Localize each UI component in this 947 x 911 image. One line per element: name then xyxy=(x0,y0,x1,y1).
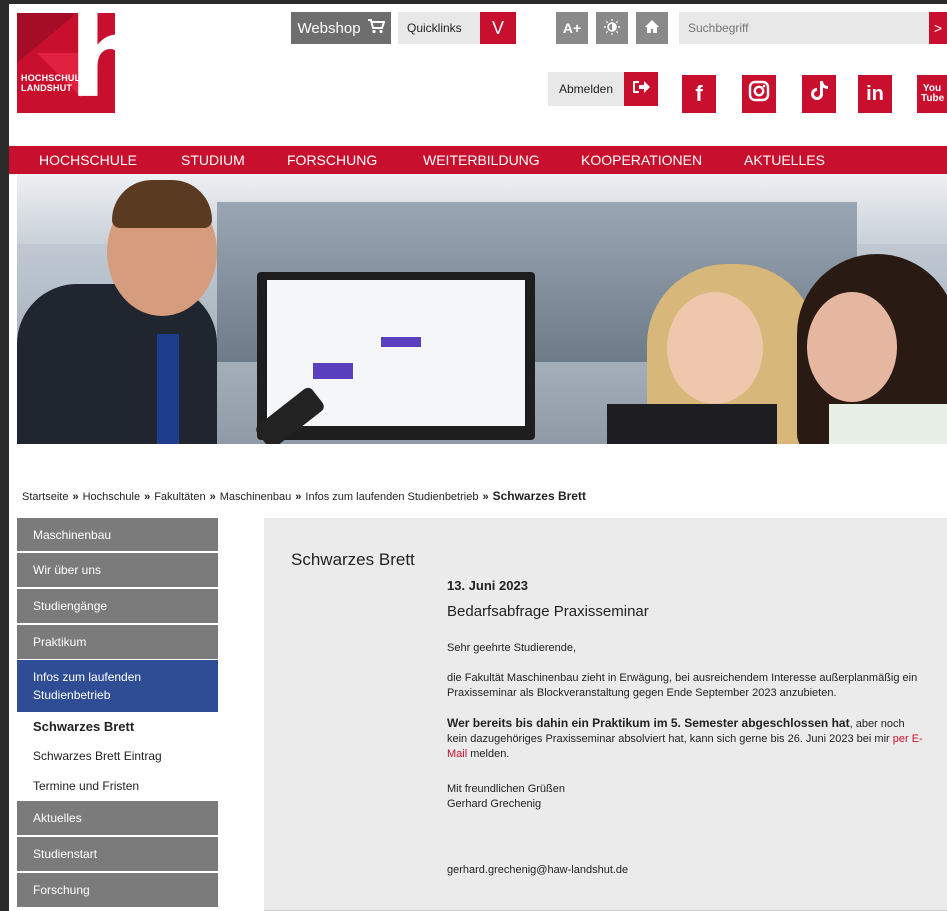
hero-screen-element xyxy=(313,363,353,379)
logout-label: Abmelden xyxy=(558,82,614,96)
tiktok-link[interactable] xyxy=(802,75,836,113)
breadcrumb-separator: » xyxy=(144,491,151,503)
breadcrumb-separator: » xyxy=(295,491,302,503)
breadcrumb-separator: » xyxy=(482,491,489,503)
sidebar-item-schwarzes-brett[interactable]: Schwarzes Brett xyxy=(17,714,218,738)
quicklinks-button[interactable]: Quicklinks xyxy=(398,12,480,44)
post-email: gerhard.grechenig@haw-landshut.de xyxy=(447,864,629,876)
sidebar-item-infos-studienbetrieb[interactable]: Infos zum laufenden Studienbetrieb xyxy=(17,660,218,712)
sidebar-item-forschung[interactable]: Forschung xyxy=(17,873,218,907)
breadcrumb-current: Schwarzes Brett xyxy=(492,489,586,503)
post-date: 13. Juni 2023 xyxy=(447,578,528,593)
search-input[interactable] xyxy=(679,12,929,44)
webshop-button[interactable]: Webshop xyxy=(291,12,391,44)
main-navigation: HOCHSCHULE STUDIUM FORSCHUNG WEITERBILDU… xyxy=(9,146,947,174)
nav-kooperationen[interactable]: KOOPERATIONEN xyxy=(581,146,702,174)
sidebar-item-termine-fristen[interactable]: Termine und Fristen xyxy=(17,774,218,798)
breadcrumb-separator: » xyxy=(72,491,79,503)
sidebar-item-aktuelles[interactable]: Aktuelles xyxy=(17,801,218,835)
logo-line2: LANDSHUT xyxy=(21,83,73,93)
post-paragraph: Wer bereits bis dahin ein Praktikum im 5… xyxy=(447,716,927,762)
linkedin-icon: in xyxy=(866,82,884,105)
logo-text: HOCHSCHULE LANDSHUT xyxy=(21,73,87,93)
breadcrumb-link[interactable]: Infos zum laufenden Studienbetrieb xyxy=(305,491,478,503)
post-paragraph: die Fakultät Maschinenbau zieht in Erwäg… xyxy=(447,672,918,699)
webshop-label: Webshop xyxy=(297,19,361,37)
university-logo[interactable]: h HOCHSCHULE LANDSHUT xyxy=(17,13,115,113)
hero-tie xyxy=(157,334,179,444)
search-submit-button[interactable]: > xyxy=(929,12,947,44)
tiktok-icon xyxy=(809,80,829,108)
logout-icon xyxy=(632,79,650,100)
breadcrumb-link[interactable]: Fakultäten xyxy=(154,491,205,503)
nav-forschung[interactable]: FORSCHUNG xyxy=(287,146,377,174)
arrow-right-icon: > xyxy=(933,20,943,36)
breadcrumb-link[interactable]: Hochschule xyxy=(83,491,140,503)
post-closing: Mit freundlichen Grüßen xyxy=(447,783,565,795)
post-signature: Gerhard Grechenig xyxy=(447,798,542,810)
hero-person-head xyxy=(667,292,763,404)
contrast-icon xyxy=(604,18,620,38)
logout-icon-button[interactable] xyxy=(624,72,658,106)
nav-weiterbildung[interactable]: WEITERBILDUNG xyxy=(423,146,540,174)
breadcrumb-separator: » xyxy=(209,491,216,503)
font-size-button[interactable]: A+ xyxy=(556,12,588,44)
contrast-button[interactable] xyxy=(596,12,628,44)
hero-image xyxy=(17,174,947,444)
page-frame-top xyxy=(0,0,947,4)
sidebar-item-maschinenbau[interactable]: Maschinenbau xyxy=(17,518,218,551)
sidebar-item-schwarzes-brett-eintrag[interactable]: Schwarzes Brett Eintrag xyxy=(17,744,218,768)
page-title: Schwarzes Brett xyxy=(291,550,415,569)
cart-icon xyxy=(367,18,385,38)
font-size-icon: A+ xyxy=(562,20,582,36)
breadcrumb-link[interactable]: Startseite xyxy=(22,491,68,503)
chevron-down-icon: V xyxy=(491,17,504,38)
home-icon xyxy=(644,19,660,37)
hero-screen-element xyxy=(381,337,421,347)
linkedin-link[interactable]: in xyxy=(858,75,892,113)
logo-line1: HOCHSCHULE xyxy=(21,73,87,83)
sidebar-item-wir-ueber-uns[interactable]: Wir über uns xyxy=(17,553,218,587)
youtube-link[interactable]: You Tube xyxy=(917,75,947,113)
nav-hochschule[interactable]: HOCHSCHULE xyxy=(39,146,137,174)
hero-person-body xyxy=(829,404,947,444)
sidebar-item-studienstart[interactable]: Studienstart xyxy=(17,837,218,871)
hero-person-head xyxy=(807,292,897,402)
nav-aktuelles[interactable]: AKTUELLES xyxy=(744,146,825,174)
facebook-link[interactable]: f xyxy=(682,75,716,113)
hero-person-body xyxy=(607,404,777,444)
logout-button[interactable]: Abmelden xyxy=(548,72,624,106)
sidebar-item-praktikum[interactable]: Praktikum xyxy=(17,625,218,659)
post-emphasis: Wer bereits bis dahin ein Praktikum im 5… xyxy=(447,716,850,730)
logo-letter-h: h xyxy=(69,13,115,113)
nav-studium[interactable]: STUDIUM xyxy=(181,146,245,174)
post-text: melden. xyxy=(467,748,510,760)
post-greeting: Sehr geehrte Studierende, xyxy=(447,642,577,654)
youtube-icon: You Tube xyxy=(921,83,945,104)
home-button[interactable] xyxy=(636,12,668,44)
sidebar-item-studiengaenge[interactable]: Studiengänge xyxy=(17,589,218,623)
instagram-link[interactable] xyxy=(742,75,776,113)
main-content: Schwarzes Brett 13. Juni 2023 Bedarfsabf… xyxy=(264,518,947,911)
page-frame-left xyxy=(0,0,9,911)
post-heading: Bedarfsabfrage Praxisseminar xyxy=(447,603,649,620)
breadcrumb-link[interactable]: Maschinenbau xyxy=(220,491,292,503)
instagram-icon xyxy=(748,80,770,108)
facebook-icon: f xyxy=(695,81,703,106)
quicklinks-toggle[interactable]: V xyxy=(480,12,516,44)
breadcrumb: Startseite» Hochschule» Fakultäten» Maschin… xyxy=(22,489,586,503)
quicklinks-label: Quicklinks xyxy=(407,21,462,35)
